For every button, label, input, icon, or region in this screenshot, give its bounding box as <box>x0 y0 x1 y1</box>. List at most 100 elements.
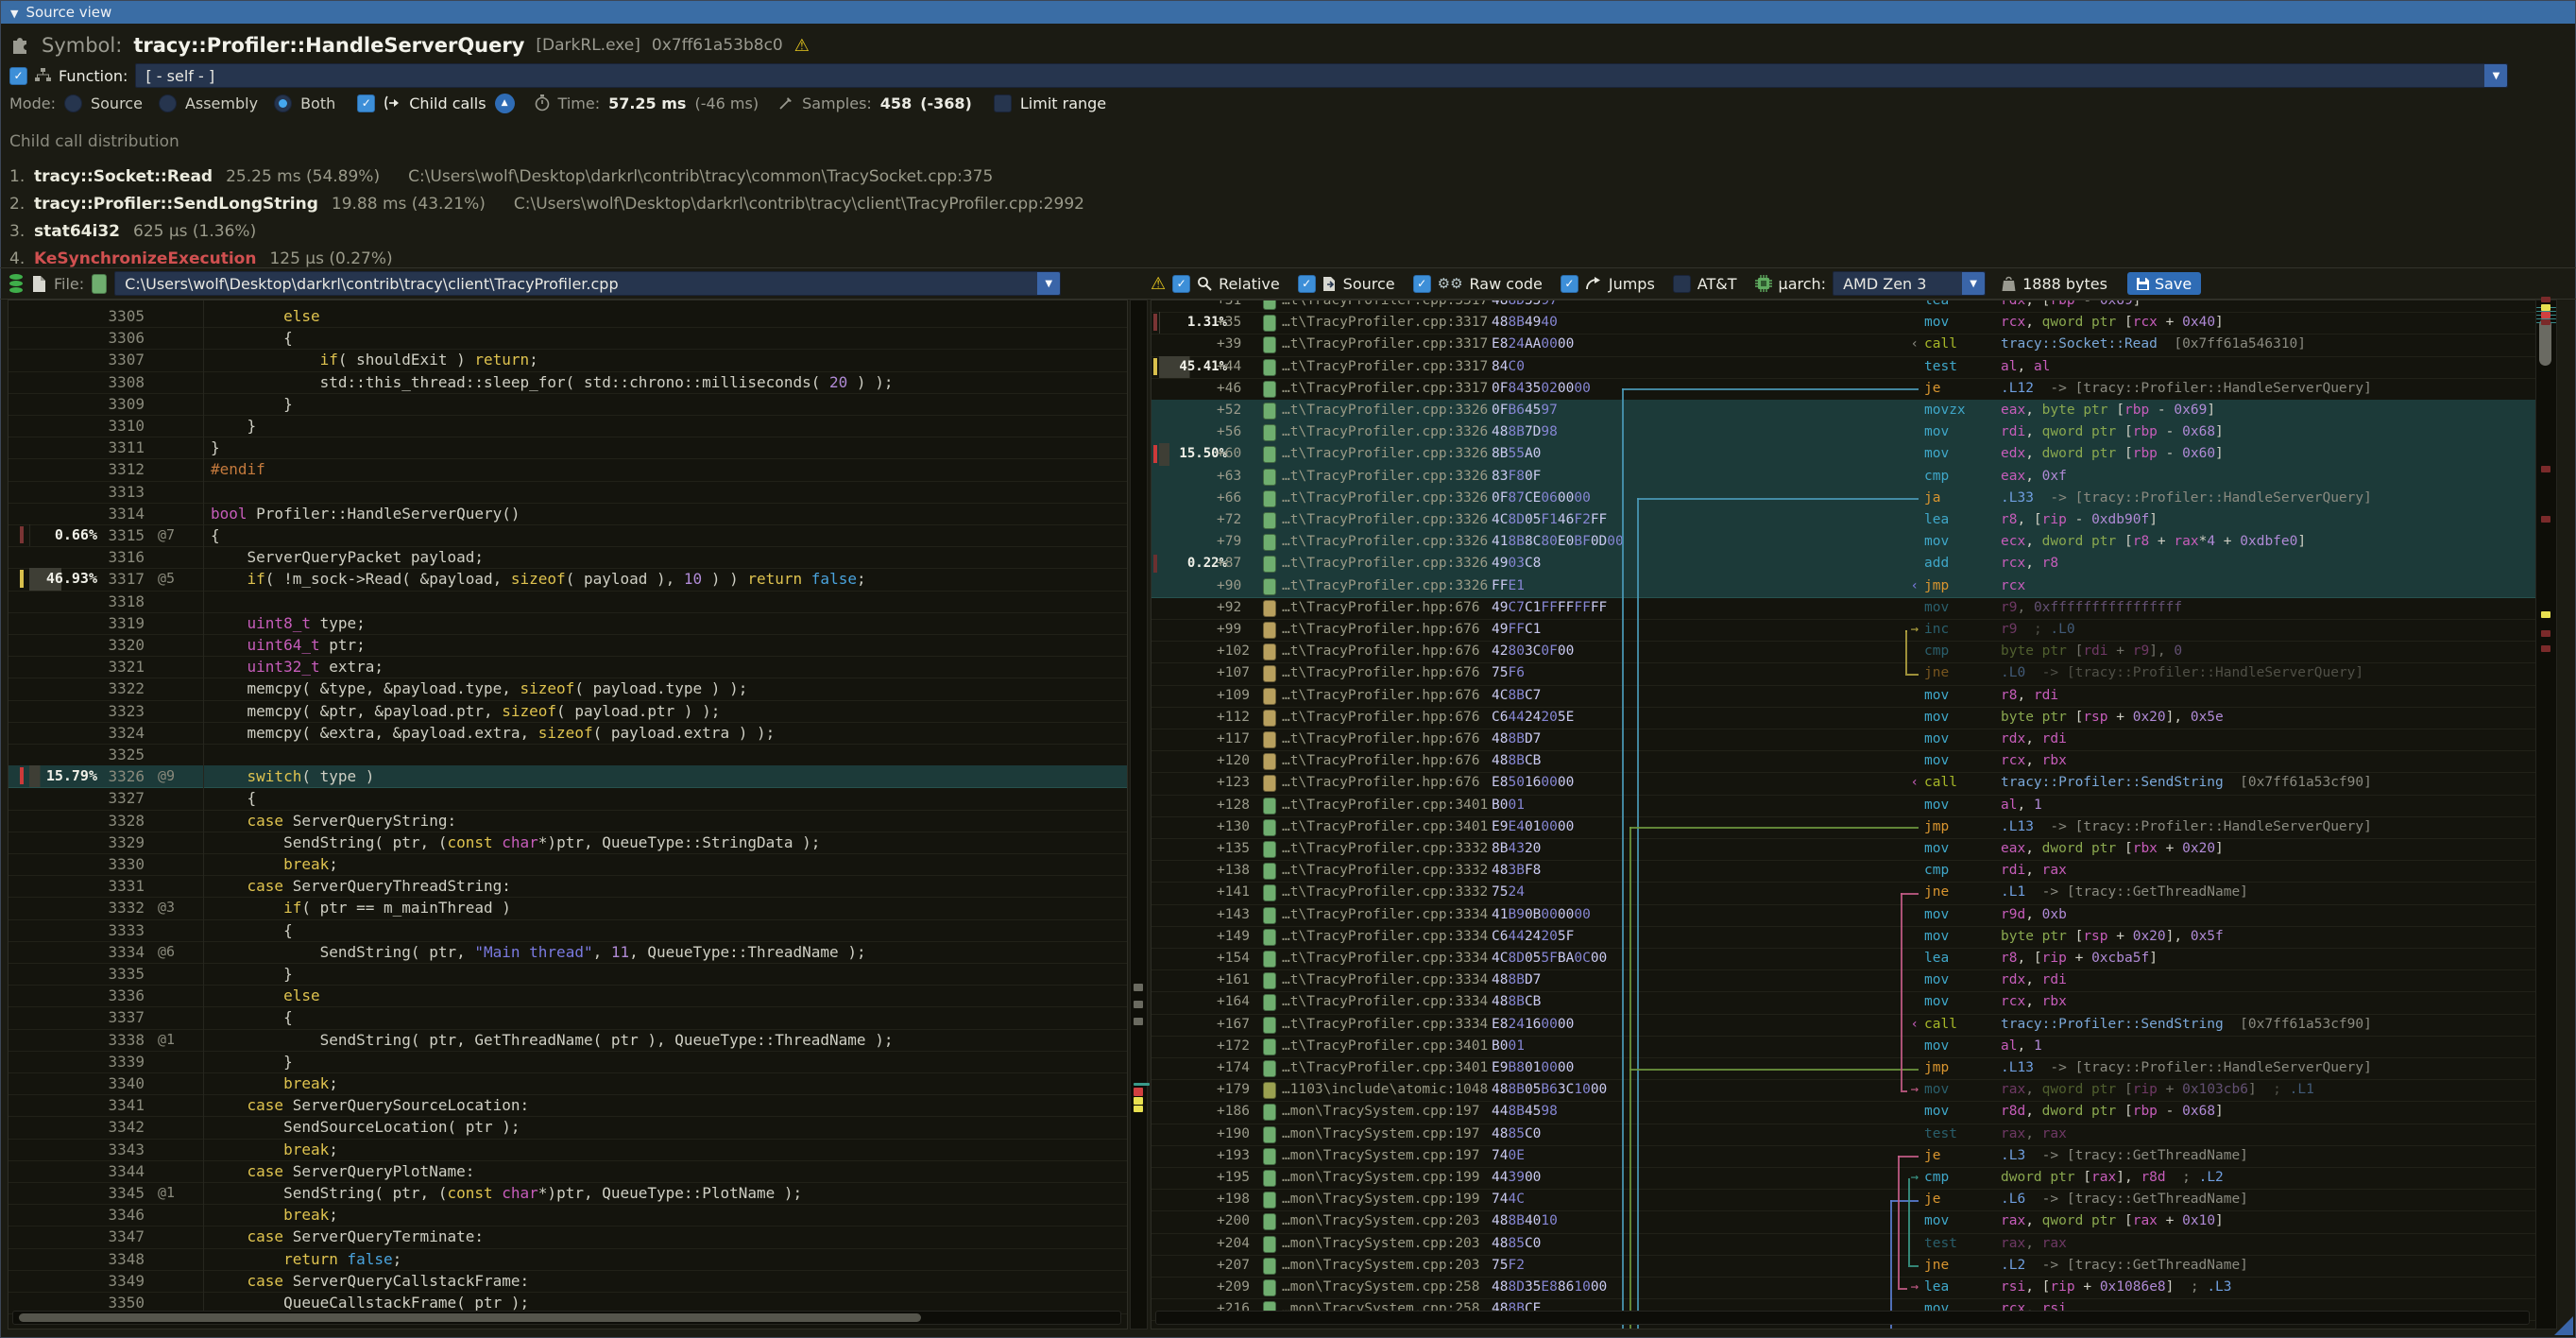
source-line-row[interactable]: 3348 return false; <box>9 1248 1127 1271</box>
asm-row[interactable]: +164…t\TracyProfiler.cpp:3334488BCBmovrc… <box>1152 991 2535 1014</box>
asm-row[interactable]: +200…mon\TracySystem.cpp:203488B4010movr… <box>1152 1210 2535 1233</box>
asm-row[interactable]: +92…t\TracyProfiler.hpp:67649C7C1FFFFFFF… <box>1152 597 2535 620</box>
asm-row[interactable]: +66…t\TracyProfiler.cpp:33260F87CE060000… <box>1152 488 2535 510</box>
asm-row[interactable]: +109…t\TracyProfiler.hpp:6764C8BC7movr8,… <box>1152 685 2535 708</box>
source-hscrollbar[interactable] <box>12 1311 1121 1325</box>
source-line-row[interactable]: 3330 break; <box>9 853 1127 876</box>
source-line-row[interactable]: 46.93%3317@5 if( !m_sock->Read( &payload… <box>9 568 1127 591</box>
asm-row[interactable]: +161…t\TracyProfiler.cpp:3334488BD7movrd… <box>1152 969 2535 992</box>
asm-row[interactable]: +128…t\TracyProfiler.cpp:3401B001moval, … <box>1152 795 2535 817</box>
asm-row[interactable]: +31…t\TracyProfiler.cpp:3317488D5597lear… <box>1152 300 2535 313</box>
source-line-row[interactable]: 3312#endif <box>9 458 1127 481</box>
source-line-row[interactable]: 3319 uint8_t type; <box>9 612 1127 635</box>
source-vscrollbar[interactable] <box>1130 300 1148 1329</box>
asm-row[interactable]: +107…t\TracyProfiler.hpp:67675F6jne.L0 -… <box>1152 662 2535 685</box>
asm-row[interactable]: +117…t\TracyProfiler.hpp:676488BD7movrdx… <box>1152 729 2535 751</box>
source-line-row[interactable]: 3342 SendSourceLocation( ptr ); <box>9 1116 1127 1139</box>
asm-row[interactable]: +141…t\TracyProfiler.cpp:33327524jne.L1 … <box>1152 882 2535 904</box>
asm-row[interactable]: +167…t\TracyProfiler.cpp:3334E824160000‹… <box>1152 1014 2535 1037</box>
source-line-row[interactable]: 3349 case ServerQueryCallstackFrame: <box>9 1270 1127 1293</box>
asm-row[interactable]: +99…t\TracyProfiler.hpp:67649FFC1→incr9 … <box>1152 619 2535 642</box>
asm-row[interactable]: +90…t\TracyProfiler.cpp:3326FFE1‹jmprcx <box>1152 575 2535 598</box>
source-line-row[interactable]: 3331 case ServerQueryThreadString: <box>9 875 1127 898</box>
mode-radio-both[interactable] <box>274 94 292 112</box>
asm-row[interactable]: 15.50%+60…t\TracyProfiler.cpp:33268B55A0… <box>1152 443 2535 466</box>
assembly-hscrollbar[interactable] <box>1155 1311 2530 1325</box>
mode-radio-assembly[interactable] <box>159 94 177 112</box>
function-checkbox[interactable]: ✓ <box>9 67 27 85</box>
asm-row[interactable]: +143…t\TracyProfiler.cpp:333441B90B00000… <box>1152 904 2535 927</box>
function-combo[interactable]: [ - self - ] ▼ <box>135 63 2508 88</box>
source-line-row[interactable]: 3347 case ServerQueryTerminate: <box>9 1226 1127 1248</box>
source-line-row[interactable]: 3321 uint32_t extra; <box>9 656 1127 678</box>
source-line-row[interactable]: 3334@6 SendString( ptr, "Main thread", 1… <box>9 941 1127 964</box>
march-combo[interactable]: AMD Zen 3 ▼ <box>1833 271 1986 296</box>
asm-row[interactable]: +112…t\TracyProfiler.hpp:676C64424205Emo… <box>1152 707 2535 729</box>
source-line-row[interactable]: 3344 case ServerQueryPlotName: <box>9 1160 1127 1183</box>
raw-code-checkbox[interactable]: ✓ <box>1413 275 1431 293</box>
source-line-row[interactable]: 3335 } <box>9 963 1127 986</box>
source-line-row[interactable]: 0.66%3315@7{ <box>9 524 1127 547</box>
source-line-row[interactable]: 3340 break; <box>9 1072 1127 1095</box>
source-line-row[interactable]: 3314bool Profiler::HandleServerQuery() <box>9 503 1127 525</box>
chevron-down-icon[interactable]: ▼ <box>2484 64 2507 87</box>
source-line-row[interactable]: 3346 break; <box>9 1204 1127 1226</box>
asm-row[interactable]: +179…1103\include\atomic:1048488B05B63C1… <box>1152 1079 2535 1102</box>
asm-row[interactable]: +56…t\TracyProfiler.cpp:3326488B7D98movr… <box>1152 421 2535 444</box>
asm-row[interactable]: +72…t\TracyProfiler.cpp:33264C8D05F146F2… <box>1152 509 2535 532</box>
asm-row[interactable]: +39…t\TracyProfiler.cpp:3317E824AA0000‹c… <box>1152 334 2535 356</box>
asm-row[interactable]: +102…t\TracyProfiler.hpp:67642803C0F00cm… <box>1152 641 2535 663</box>
source-line-row[interactable]: 3324 memcpy( &extra, &payload.extra, siz… <box>9 722 1127 745</box>
asm-row[interactable]: +120…t\TracyProfiler.hpp:676488BCBmovrcx… <box>1152 750 2535 773</box>
asm-row[interactable]: +52…t\TracyProfiler.cpp:33260FB64597movz… <box>1152 400 2535 422</box>
save-button[interactable]: Save <box>2127 272 2201 295</box>
file-combo[interactable]: C:\Users\wolf\Desktop\darkrl\contrib\tra… <box>114 271 1061 296</box>
chevron-down-icon[interactable]: ▼ <box>1962 272 1985 295</box>
source-line-row[interactable]: 3337 { <box>9 1006 1127 1029</box>
asm-row[interactable]: +79…t\TracyProfiler.cpp:3326418B8C80E0BF… <box>1152 531 2535 554</box>
source-line-row[interactable]: 3308 std::this_thread::sleep_for( std::c… <box>9 371 1127 394</box>
asm-row[interactable]: +198…mon\TracySystem.cpp:199744Cje.L6 ->… <box>1152 1189 2535 1211</box>
source-line-row[interactable]: 3329 SendString( ptr, (const char*)ptr, … <box>9 832 1127 854</box>
source-line-row[interactable]: 3310 } <box>9 415 1127 437</box>
asm-row[interactable]: +207…mon\TracySystem.cpp:20375F2jne.L2 -… <box>1152 1255 2535 1278</box>
source-line-row[interactable]: 3333 { <box>9 919 1127 942</box>
window-titlebar[interactable]: ▼Source view <box>1 1 2575 24</box>
jumps-checkbox[interactable]: ✓ <box>1561 275 1578 293</box>
asm-row[interactable]: +204…mon\TracySystem.cpp:2034885C0testra… <box>1152 1233 2535 1256</box>
asm-row[interactable]: +149…t\TracyProfiler.cpp:3334C64424205Fm… <box>1152 926 2535 949</box>
source-line-row[interactable]: 3341 case ServerQuerySourceLocation: <box>9 1094 1127 1117</box>
asm-row[interactable]: +123…t\TracyProfiler.hpp:676E850160000‹c… <box>1152 772 2535 795</box>
source-line-row[interactable]: 3309 } <box>9 393 1127 416</box>
asm-row[interactable]: +174…t\TracyProfiler.cpp:3401E9B8010000j… <box>1152 1057 2535 1080</box>
child-call-item[interactable]: 4.KeSynchronizeExecution125 μs (0.27%) <box>9 247 393 268</box>
asm-row[interactable]: +172…t\TracyProfiler.cpp:3401B001moval, … <box>1152 1036 2535 1058</box>
source-line-row[interactable]: 3325 <box>9 744 1127 766</box>
assembly-vscrollbar[interactable] <box>2535 300 2557 1329</box>
assembly-pane[interactable]: +31…t\TracyProfiler.cpp:3317488D5597lear… <box>1151 300 2536 1329</box>
source-line-row[interactable]: 3322 memcpy( &type, &payload.type, sizeo… <box>9 678 1127 700</box>
source-line-row[interactable]: 3318 <box>9 591 1127 613</box>
assembly-vscrollbar-thumb[interactable] <box>2539 318 2551 366</box>
source-line-row[interactable]: 3336 else <box>9 985 1127 1007</box>
source-line-row[interactable]: 3339 } <box>9 1051 1127 1073</box>
source-line-row[interactable]: 3311} <box>9 437 1127 459</box>
source-line-row[interactable]: 3327 { <box>9 787 1127 810</box>
child-call-item[interactable]: 2.tracy::Profiler::SendLongString19.88 m… <box>9 192 1084 216</box>
asm-row[interactable]: 1.31%+35…t\TracyProfiler.cpp:3317488B494… <box>1152 312 2535 334</box>
source-pane[interactable]: 3305 else3306 {3307 if( shouldExit ) ret… <box>8 300 1128 1329</box>
relative-checkbox[interactable]: ✓ <box>1172 275 1190 293</box>
collapse-up-button[interactable]: ▲ <box>495 94 515 113</box>
source-line-row[interactable]: 3328 case ServerQueryString: <box>9 810 1127 832</box>
asm-row[interactable]: 0.22%+87…t\TracyProfiler.cpp:33264903C8a… <box>1152 553 2535 575</box>
child-call-item[interactable]: 3.stat64i32625 μs (1.36%) <box>9 219 256 244</box>
asm-row[interactable]: +63…t\TracyProfiler.cpp:332683F80Fcmpeax… <box>1152 466 2535 489</box>
asm-row[interactable]: +193…mon\TracySystem.cpp:197740Eje.L3 ->… <box>1152 1145 2535 1168</box>
asm-row[interactable]: +186…mon\TracySystem.cpp:197448B4598movr… <box>1152 1101 2535 1124</box>
source-line-row[interactable]: 3316 ServerQueryPacket payload; <box>9 546 1127 569</box>
source-line-row[interactable]: 3305 else <box>9 305 1127 328</box>
source-line-row[interactable]: 3323 memcpy( &ptr, &payload.ptr, sizeof(… <box>9 700 1127 723</box>
asm-row[interactable]: +135…t\TracyProfiler.cpp:33328B4320movea… <box>1152 838 2535 861</box>
asm-row[interactable]: +154…t\TracyProfiler.cpp:33344C8D055FBA0… <box>1152 948 2535 970</box>
asm-row[interactable]: +209…mon\TracySystem.cpp:258488D35E88610… <box>1152 1277 2535 1299</box>
